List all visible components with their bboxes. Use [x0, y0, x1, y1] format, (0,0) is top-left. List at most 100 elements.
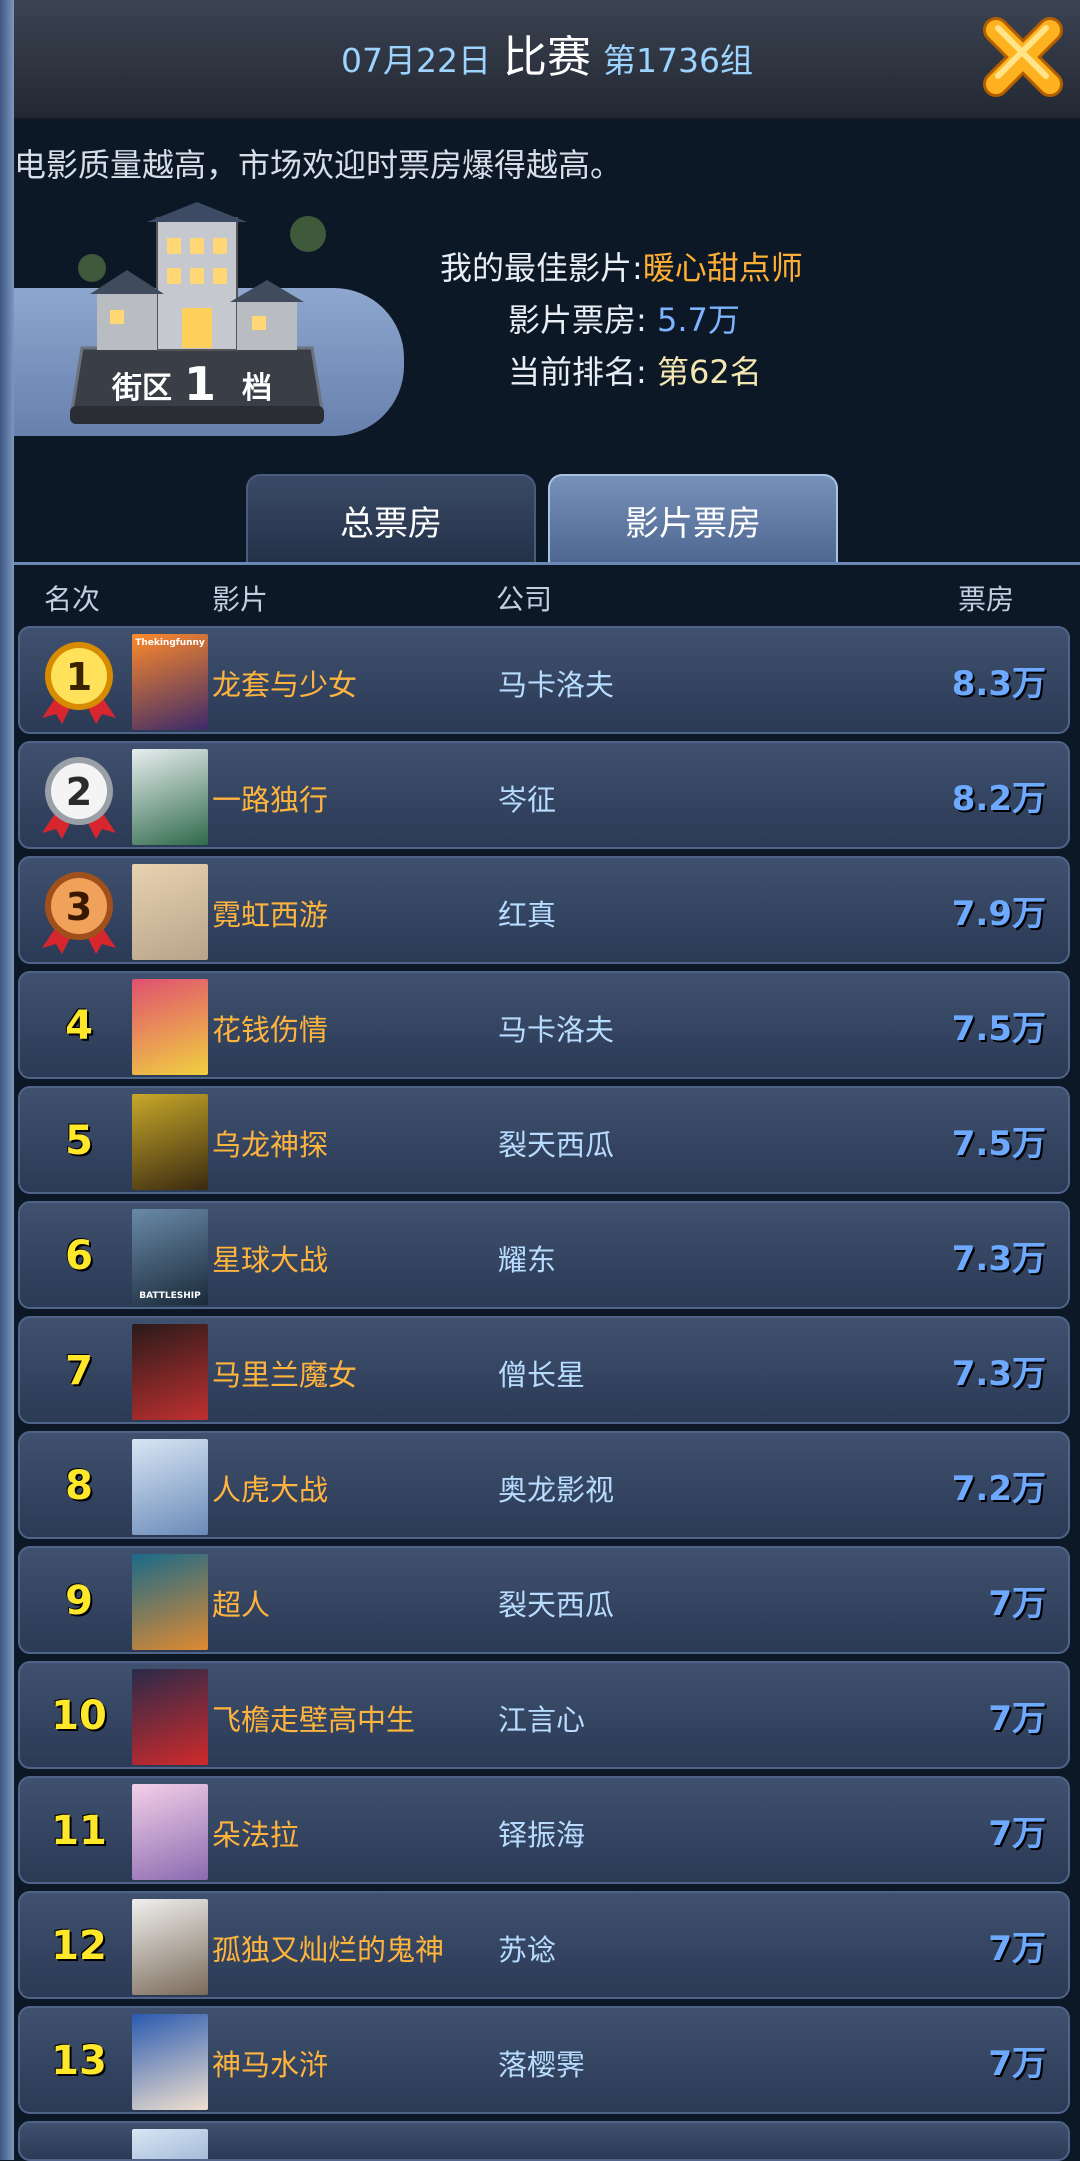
rank-number: 6	[65, 1233, 93, 1279]
box-office-value: 7.3万	[951, 1354, 1046, 1394]
movie-poster	[132, 2129, 208, 2159]
box-office-value: 7万	[988, 2044, 1046, 2084]
medal-gold-icon: 1	[36, 638, 122, 724]
box-office-value: 7.9万	[951, 894, 1046, 934]
description-text: 电影质量越高，市场欢迎时票房爆得越高。	[14, 146, 623, 184]
column-movie: 影片	[212, 583, 269, 616]
movie-poster	[132, 864, 208, 960]
movie-title: 朵法拉	[212, 1818, 300, 1852]
rank-number: 11	[51, 1808, 107, 1854]
rank-number: 4	[65, 1003, 93, 1049]
box-office-value: 7.5万	[951, 1124, 1046, 1164]
best-movie-value: 暖心甜点师	[642, 249, 803, 287]
rank-label: 当前排名:	[508, 353, 647, 391]
movie-poster	[132, 2014, 208, 2110]
column-box-office: 票房	[958, 583, 1015, 616]
rank-number: 8	[65, 1463, 93, 1509]
rank-cell: 4	[36, 983, 122, 1069]
table-row[interactable]: 13 神马水浒 落樱霁 7万	[18, 2006, 1070, 2114]
table-row[interactable]: 11 朵法拉 铎振海 7万	[18, 1776, 1070, 1884]
table-row[interactable]: 8 人虎大战 奥龙影视 7.2万	[18, 1431, 1070, 1539]
table-row[interactable]: 2 一路独行 岑征 8.2万	[18, 741, 1070, 849]
table-row[interactable]: 3 霓虹西游 红真 7.9万	[18, 856, 1070, 964]
movie-title: 马里兰魔女	[212, 1358, 358, 1392]
movie-title: 人虎大战	[212, 1473, 329, 1507]
box-office-value: 7万	[988, 1699, 1046, 1739]
rank-number: 7	[65, 1348, 93, 1394]
district-label-left: 街区	[111, 371, 172, 406]
box-office-value: 8.3万	[951, 664, 1046, 704]
box-office-value: 7万	[988, 1929, 1046, 1969]
company-name: 铎振海	[498, 1818, 586, 1852]
table-row[interactable]: 12 孤独又灿烂的鬼神 苏谂 7万	[18, 1891, 1070, 1999]
district-level: 1	[184, 357, 216, 411]
rank-cell: 12	[36, 1903, 122, 1989]
box-office-label: 影片票房:	[508, 301, 647, 339]
company-name: 裂天西瓜	[498, 1588, 615, 1622]
ranking-list[interactable]: 1 Thekingfunny 龙套与少女 马卡洛夫 8.3万 2 一路独行 岑征 8.2万 3 霓虹…	[18, 626, 1070, 2161]
poster-text: BATTLESHIP	[139, 1291, 201, 1301]
movie-title: 飞檐走壁高中生	[212, 1703, 416, 1737]
movie-title: 一路独行	[212, 783, 329, 817]
company-name: 僧长星	[498, 1358, 586, 1392]
rank-number: 2	[66, 770, 92, 814]
movie-title: 龙套与少女	[212, 668, 358, 702]
building-icon: 街区 1 档	[70, 202, 326, 424]
table-row-partial[interactable]	[18, 2121, 1070, 2161]
box-office-value: 7.5万	[951, 1009, 1046, 1049]
company-name: 奥龙影视	[498, 1473, 615, 1507]
table-row[interactable]: 10 飞檐走壁高中生 江言心 7万	[18, 1661, 1070, 1769]
match-title: 比赛	[503, 32, 591, 83]
movie-poster	[132, 979, 208, 1075]
rank-cell: 13	[36, 2018, 122, 2104]
tab-total-box-office[interactable]: 总票房	[246, 474, 536, 564]
close-icon[interactable]	[980, 14, 1066, 100]
table-row[interactable]: 4 花钱伤情 马卡洛夫 7.5万	[18, 971, 1070, 1079]
group-number: 第1736组	[603, 41, 753, 80]
movie-title: 神马水浒	[212, 2048, 329, 2082]
movie-title: 乌龙神探	[212, 1128, 329, 1162]
movie-poster: BATTLESHIP	[132, 1209, 208, 1305]
table-row[interactable]: 7 马里兰魔女 僧长星 7.3万	[18, 1316, 1070, 1424]
poster-text: Thekingfunny	[135, 638, 205, 648]
rank-number: 1	[66, 655, 92, 699]
company-name: 江言心	[498, 1703, 586, 1737]
movie-poster: Thekingfunny	[132, 634, 208, 730]
rank-number: 12	[51, 1923, 107, 1969]
tab-movie-box-office[interactable]: 影片票房	[548, 474, 838, 564]
best-movie-label: 我的最佳影片:	[440, 249, 643, 287]
table-row[interactable]: 6 BATTLESHIP 星球大战 耀东 7.3万	[18, 1201, 1070, 1309]
movie-poster	[132, 1669, 208, 1765]
company-name: 落樱霁	[498, 2048, 586, 2082]
rank-number: 10	[51, 1693, 107, 1739]
box-office-value: 7.2万	[951, 1469, 1046, 1509]
column-company: 公司	[496, 583, 553, 616]
movie-poster	[132, 1439, 208, 1535]
movie-poster	[132, 1094, 208, 1190]
district-label-right: 档	[242, 371, 272, 406]
movie-title: 霓虹西游	[212, 898, 329, 932]
table-row[interactable]: 5 乌龙神探 裂天西瓜 7.5万	[18, 1086, 1070, 1194]
medal-silver-icon: 2	[36, 753, 122, 839]
header-bar: 07月22日 比赛 第1736组	[14, 0, 1080, 120]
rank-value: 第62名	[656, 353, 762, 391]
company-name: 苏谂	[498, 1933, 557, 1967]
box-office-value: 7万	[988, 1814, 1046, 1854]
movie-title: 星球大战	[212, 1243, 329, 1277]
company-name: 岑征	[498, 783, 557, 817]
tab-divider	[14, 562, 1080, 565]
match-date: 07月22日	[341, 41, 491, 80]
company-name: 耀东	[498, 1243, 557, 1277]
box-office-value: 7万	[988, 1584, 1046, 1624]
table-row[interactable]: 9 超人 裂天西瓜 7万	[18, 1546, 1070, 1654]
rank-cell: 9	[36, 1558, 122, 1644]
rank-cell: 8	[36, 1443, 122, 1529]
movie-title: 超人	[212, 1588, 271, 1622]
rank-cell: 11	[36, 1788, 122, 1874]
company-name: 马卡洛夫	[498, 668, 615, 702]
box-office-value: 5.7万	[656, 301, 740, 339]
movie-poster	[132, 1784, 208, 1880]
rank-cell: 7	[36, 1328, 122, 1414]
table-row[interactable]: 1 Thekingfunny 龙套与少女 马卡洛夫 8.3万	[18, 626, 1070, 734]
movie-poster	[132, 749, 208, 845]
